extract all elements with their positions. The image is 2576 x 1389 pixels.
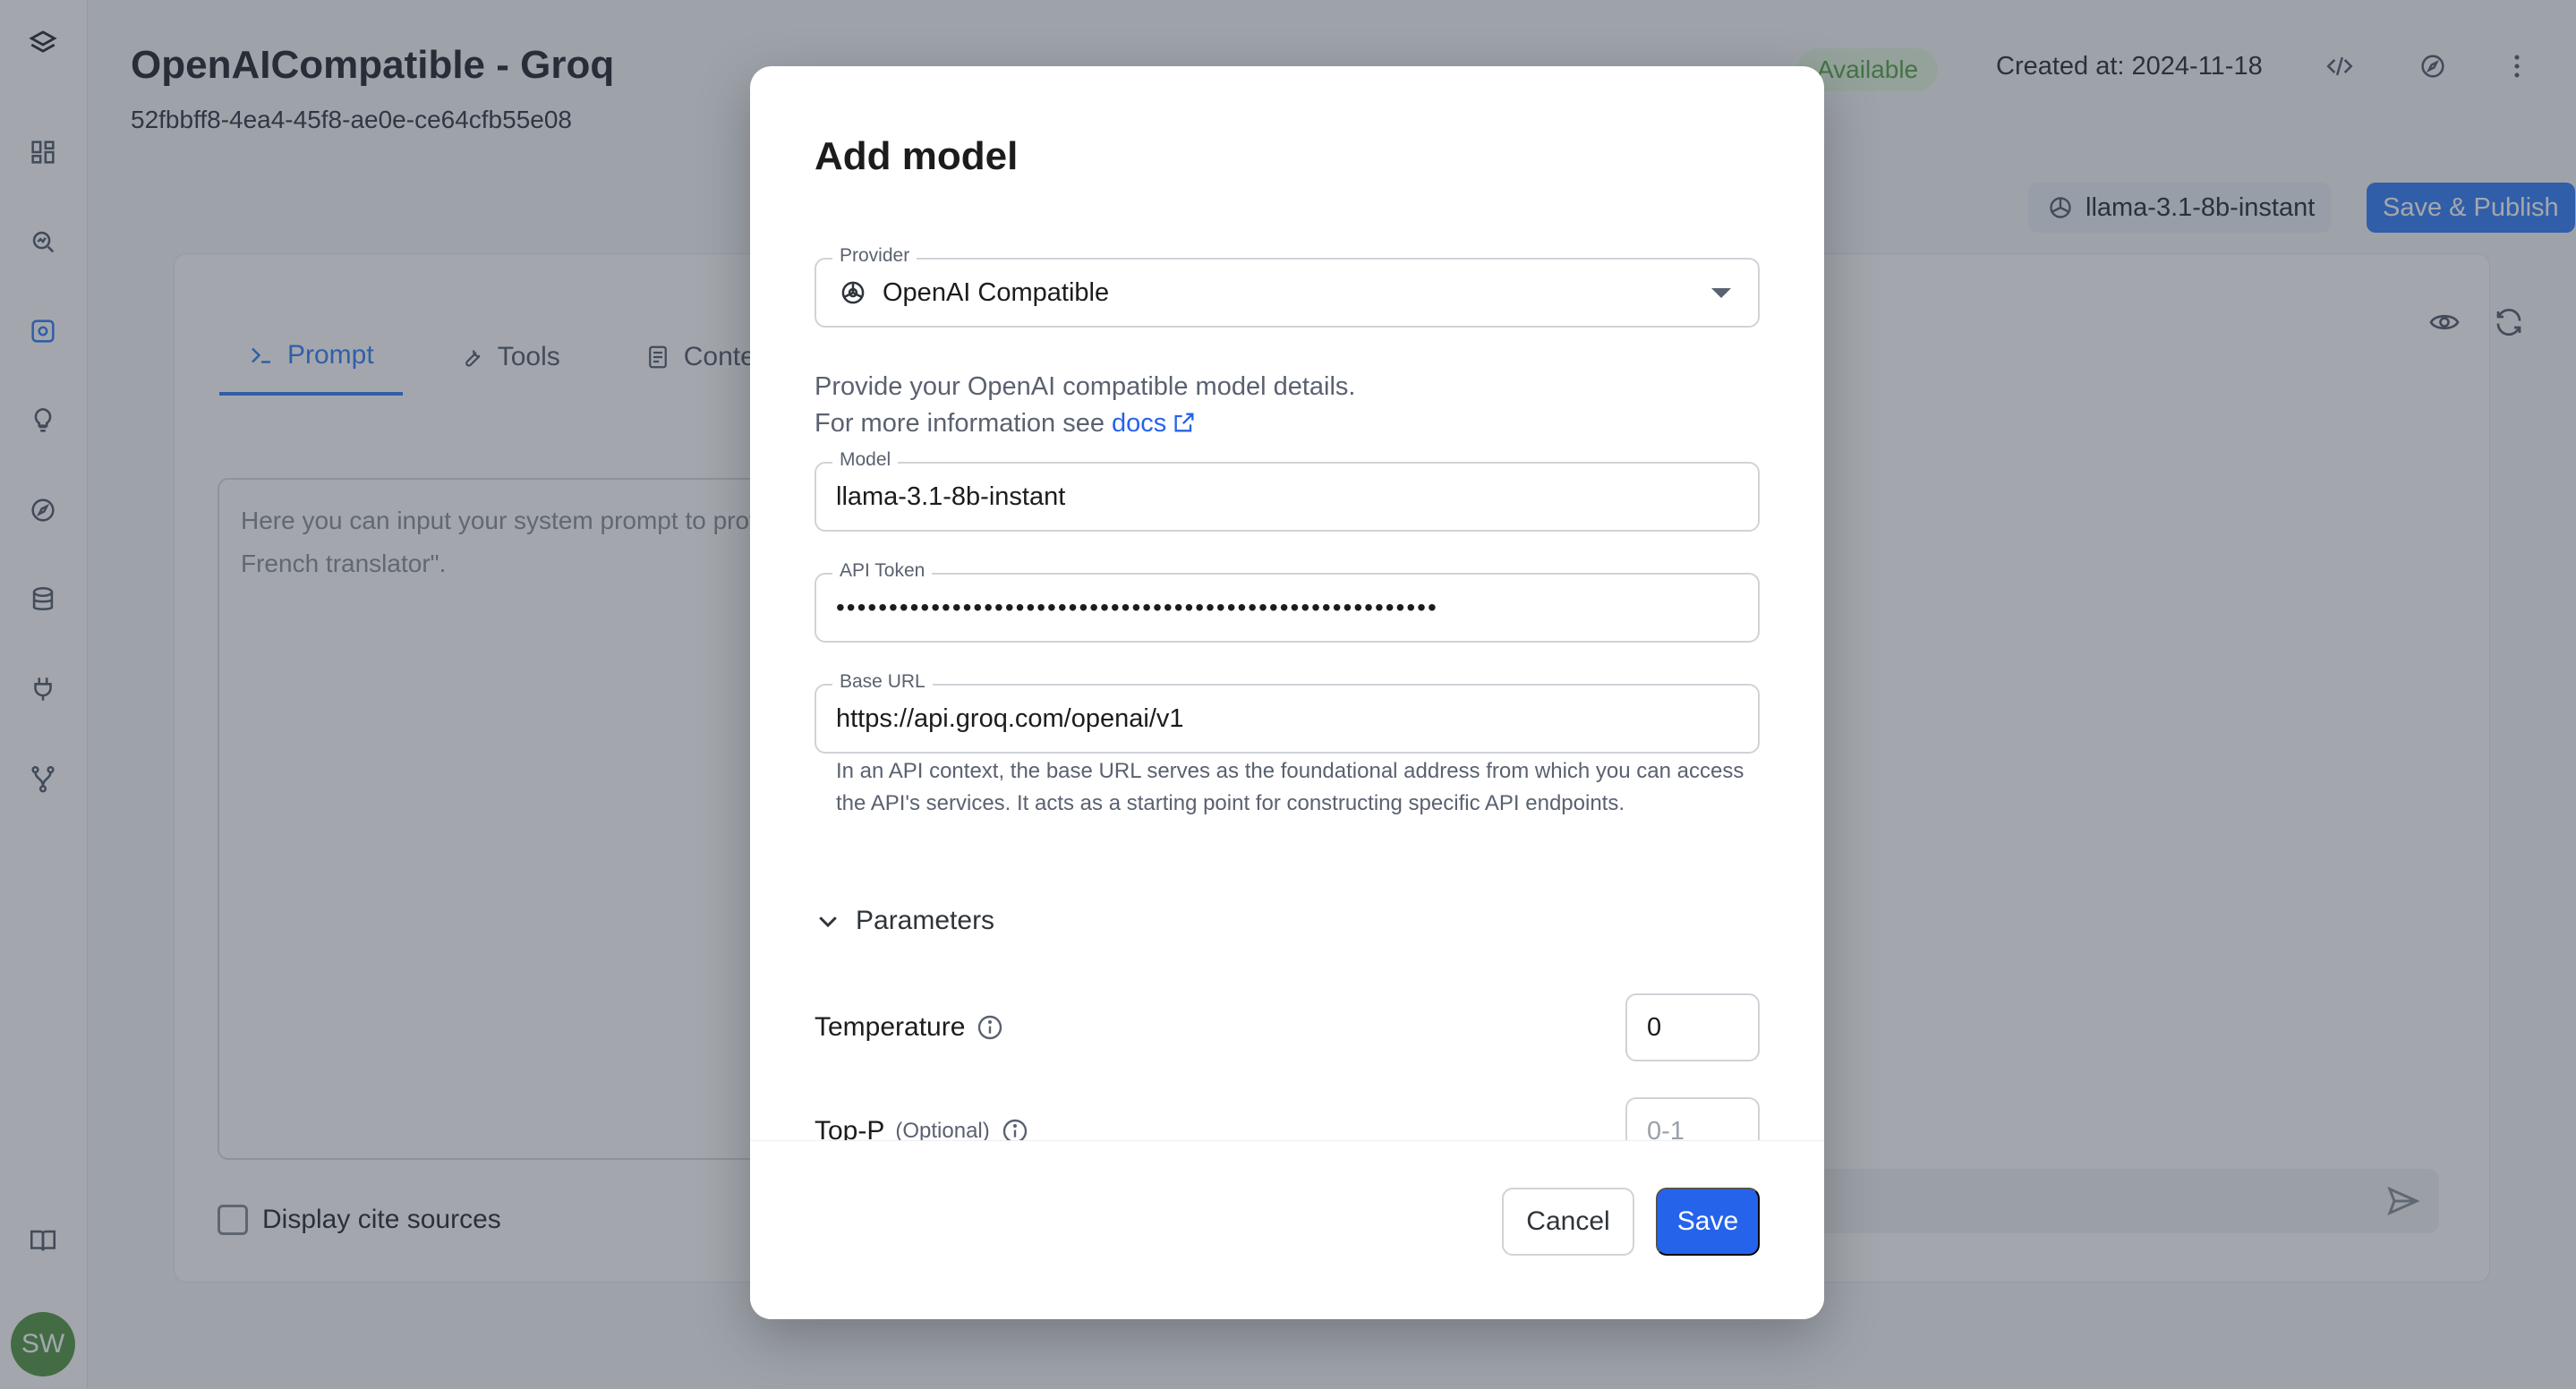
model-field[interactable]: Model llama-3.1-8b-instant [815,449,1760,532]
cancel-button[interactable]: Cancel [1502,1188,1634,1256]
temperature-label-group: Temperature [815,1012,1004,1043]
model-description: Provide your OpenAI compatible model det… [815,369,1355,442]
base-url-field[interactable]: Base URL https://api.groq.com/openai/v1 [815,671,1760,754]
description-line1: Provide your OpenAI compatible model det… [815,372,1356,401]
base-url-helper: In an API context, the base URL serves a… [836,759,1744,815]
docs-link[interactable]: docs [1112,409,1166,438]
description-line2: For more information see [815,409,1113,438]
external-link-icon[interactable] [1172,410,1197,435]
caret-down-icon[interactable] [1711,288,1731,298]
description-line2-row: For more information see docs [815,405,1355,442]
base-url-label: Base URL [832,671,933,693]
api-token-value: ••••••••••••••••••••••••••••••••••••••••… [836,593,1438,621]
model-label: Model [832,449,899,471]
parameters-toggle[interactable]: Parameters [815,906,994,936]
temperature-input[interactable]: 0 [1625,993,1760,1061]
dialog-title: Add model [815,134,1019,178]
temperature-label: Temperature [815,1012,966,1042]
temperature-row: Temperature 0 [815,993,1760,1061]
base-url-value: https://api.groq.com/openai/v1 [836,703,1184,733]
model-value: llama-3.1-8b-instant [836,481,1066,511]
add-model-dialog: Add model Provider OpenAI Compatible Pro… [750,66,1824,1319]
save-button[interactable]: Save [1656,1188,1760,1256]
provider-select[interactable]: Provider OpenAI Compatible [815,245,1760,328]
parameters-label: Parameters [856,906,995,935]
dialog-footer: Cancel Save [750,1140,1824,1319]
openai-icon [841,281,865,304]
api-token-label: API Token [832,560,933,582]
api-token-field[interactable]: API Token ••••••••••••••••••••••••••••••… [815,560,1760,643]
provider-label: Provider [832,245,917,267]
chevron-down-icon [819,916,837,928]
provider-value: OpenAI Compatible [883,277,1110,307]
info-icon[interactable] [976,1013,1004,1042]
